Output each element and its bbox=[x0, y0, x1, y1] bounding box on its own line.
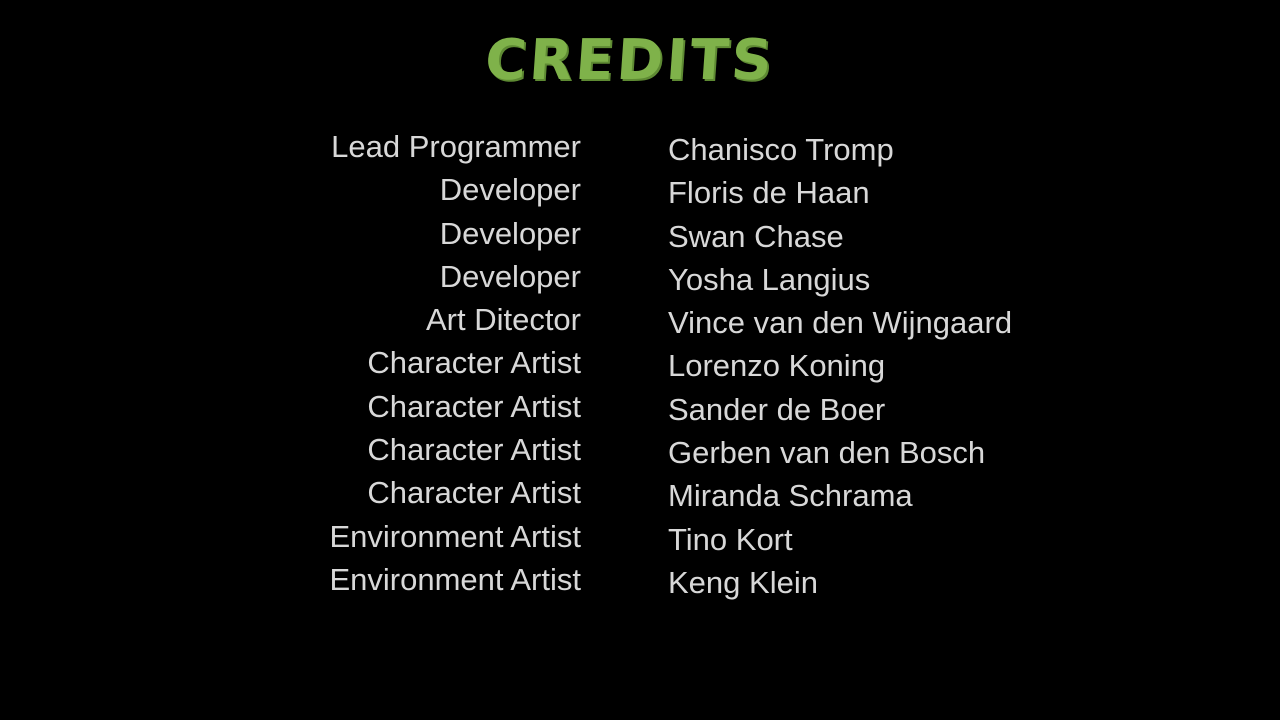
credit-name: Swan Chase bbox=[668, 218, 844, 254]
credits-screen: CREDITS Lead Programmer Developer Develope… bbox=[0, 0, 1280, 720]
credits-names-column: Chanisco Tromp Floris de Haan Swan Chase Yo… bbox=[668, 128, 1188, 604]
credit-name: Vince van den Wijngaard bbox=[668, 305, 1013, 341]
credit-role: Environment Artist bbox=[329, 518, 581, 554]
credit-role: Character Artist bbox=[367, 345, 581, 381]
credit-name: Miranda Schrama bbox=[668, 478, 913, 514]
credit-role: Developer bbox=[439, 172, 581, 208]
credit-name: Floris de Haan bbox=[668, 175, 870, 211]
credit-role: Developer bbox=[439, 215, 581, 251]
credits-title: CREDITS bbox=[483, 28, 777, 93]
credit-role: Character Artist bbox=[367, 388, 581, 424]
credit-name: Lorenzo Koning bbox=[668, 348, 886, 384]
credit-name: Sander de Boer bbox=[668, 391, 886, 427]
credit-name: Yosha Langius bbox=[668, 261, 871, 297]
credit-name: Tino Kort bbox=[668, 521, 793, 557]
credit-role: Environment Artist bbox=[329, 561, 581, 597]
credit-name: Keng Klein bbox=[668, 564, 818, 600]
credit-role: Character Artist bbox=[367, 475, 581, 511]
credit-name: Gerben van den Bosch bbox=[668, 435, 986, 471]
credit-role: Lead Programmer bbox=[331, 129, 581, 164]
credit-name: Chanisco Tromp bbox=[668, 132, 894, 167]
credit-role: Art Ditector bbox=[425, 302, 581, 338]
credit-role: Character Artist bbox=[367, 432, 581, 468]
credits-roles-column: Lead Programmer Developer Developer Develop… bbox=[200, 125, 581, 601]
credit-role: Developer bbox=[439, 258, 581, 294]
